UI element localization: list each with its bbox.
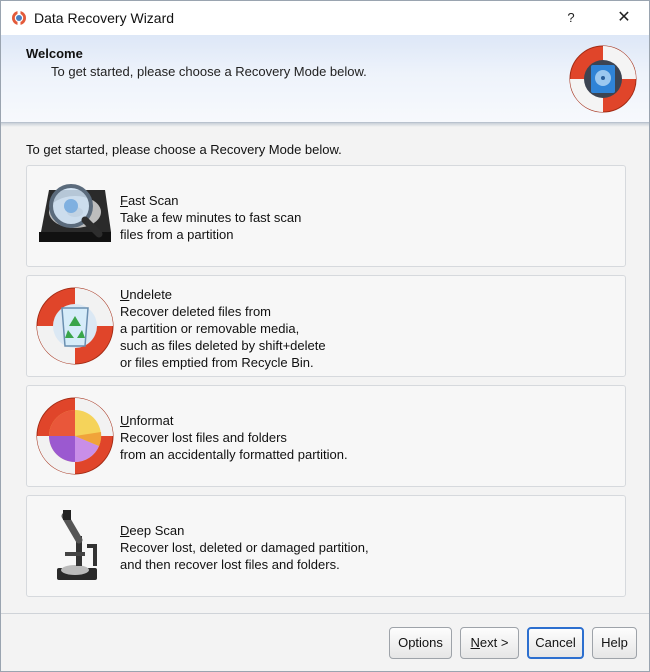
mode-title: Deep Scan xyxy=(120,523,185,538)
header-banner: Welcome To get started, please choose a … xyxy=(1,35,649,123)
mode-description-line: files from a partition xyxy=(120,227,234,242)
recycle-bin-lifebuoy-icon xyxy=(36,287,114,365)
close-button[interactable]: ✕ xyxy=(607,5,641,31)
next-button[interactable]: Next > xyxy=(460,627,519,659)
banner-title: Welcome xyxy=(26,46,83,61)
cancel-button[interactable]: Cancel xyxy=(527,627,584,659)
lifebuoy-disk-logo-icon xyxy=(569,45,637,113)
mode-description-line: Recover lost, deleted or damaged partiti… xyxy=(120,540,369,555)
mode-unformat[interactable]: Unformat Recover lost files and folders … xyxy=(26,385,626,487)
microscope-icon xyxy=(57,510,97,580)
banner-divider xyxy=(1,123,649,127)
help-button[interactable]: Help xyxy=(592,627,637,659)
intro-text: To get started, please choose a Recovery… xyxy=(26,142,342,157)
mode-description-line: Recover lost files and folders xyxy=(120,430,287,445)
window-title: Data Recovery Wizard xyxy=(34,10,175,26)
mode-undelete[interactable]: Undelete Recover deleted files from a pa… xyxy=(26,275,626,377)
pie-chart-lifebuoy-icon xyxy=(36,397,114,475)
hard-drive-magnifier-icon xyxy=(39,184,111,242)
mode-description-line: Take a few minutes to fast scan xyxy=(120,210,302,225)
data-recovery-wizard-window: Data Recovery Wizard ? ✕ Welcome To get … xyxy=(0,0,650,672)
mode-description-line: such as files deleted by shift+delete xyxy=(120,338,326,353)
mode-description-line: a partition or removable media, xyxy=(120,321,300,336)
mode-description-line: Recover deleted files from xyxy=(120,304,272,319)
mode-description-line: or files emptied from Recycle Bin. xyxy=(120,355,314,370)
mode-title: Fast Scan xyxy=(120,193,179,208)
title-bar: Data Recovery Wizard ? ✕ xyxy=(1,1,649,35)
mode-title: Undelete xyxy=(120,287,173,302)
footer-divider xyxy=(1,613,649,614)
mode-description-line: and then recover lost files and folders. xyxy=(120,557,340,572)
mode-deep-scan-text: Deep Scan Recover lost, deleted or damag… xyxy=(120,522,369,573)
mode-deep-scan[interactable]: Deep Scan Recover lost, deleted or damag… xyxy=(26,495,626,597)
mode-unformat-text: Unformat Recover lost files and folders … xyxy=(120,412,348,463)
banner-subtitle: To get started, please choose a Recovery… xyxy=(51,64,367,79)
app-icon xyxy=(12,11,26,25)
mode-undelete-text: Undelete Recover deleted files from a pa… xyxy=(120,286,326,371)
mode-description-line: from an accidentally formatted partition… xyxy=(120,447,348,462)
mode-title: Unformat xyxy=(120,413,174,428)
mode-fast-scan-text: Fast Scan Take a few minutes to fast sca… xyxy=(120,192,301,243)
mode-fast-scan[interactable]: Fast Scan Take a few minutes to fast sca… xyxy=(26,165,626,267)
title-help-button[interactable]: ? xyxy=(556,5,586,31)
options-button[interactable]: Options xyxy=(389,627,452,659)
